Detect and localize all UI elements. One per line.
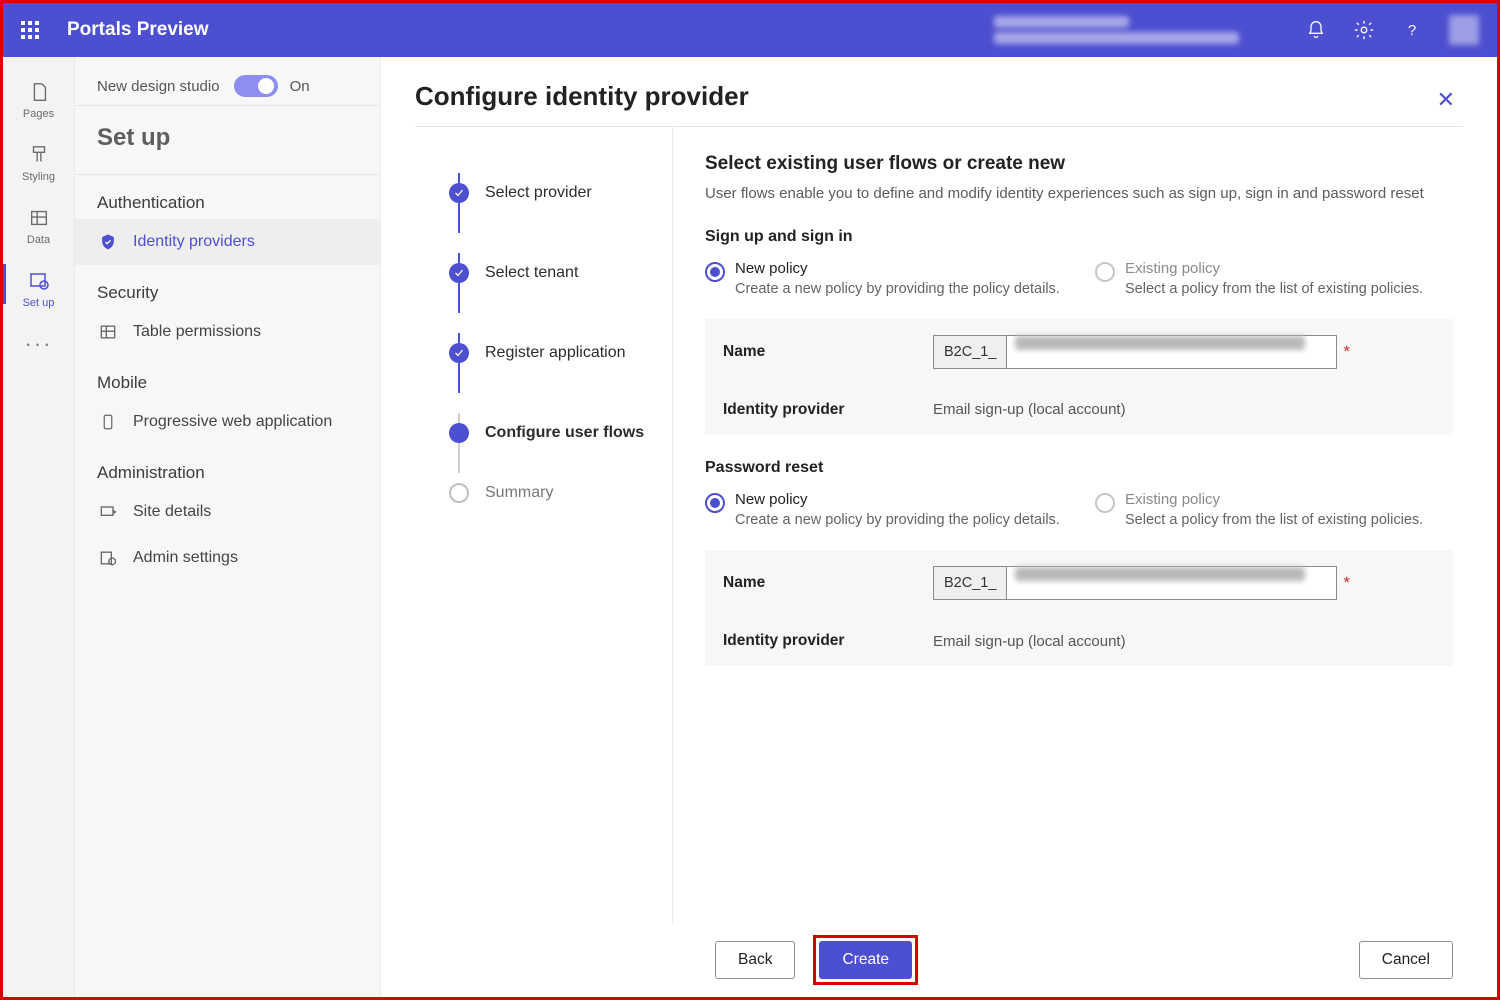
user-avatar[interactable] <box>1449 15 1479 45</box>
field-label-name: Name <box>723 343 933 361</box>
table-icon <box>97 321 119 343</box>
name-prefix: B2C_1_ <box>933 566 1007 600</box>
step-label: Configure user flows <box>485 424 644 442</box>
environment-label <box>994 12 1239 48</box>
radio-label: New policy <box>735 491 1060 508</box>
rail-pages[interactable]: Pages <box>3 71 74 134</box>
radio-label: Existing policy <box>1125 491 1423 508</box>
step-label: Select tenant <box>485 264 578 282</box>
section-administration: Administration <box>75 445 380 489</box>
step-done-icon <box>449 263 469 283</box>
nav-identity-providers[interactable]: Identity providers <box>75 219 380 265</box>
app-launcher-icon[interactable] <box>21 21 39 39</box>
nav-label: Table permissions <box>133 323 261 341</box>
rail-data[interactable]: Data <box>3 197 74 260</box>
radio-desc: Select a policy from the list of existin… <box>1125 510 1423 530</box>
rail-more-icon[interactable]: ··· <box>25 331 53 357</box>
panel-title: Configure identity provider <box>415 81 1463 127</box>
required-indicator: * <box>1343 342 1350 362</box>
nav-table-permissions[interactable]: Table permissions <box>75 309 380 355</box>
rail-label: Pages <box>3 108 74 120</box>
radio-selected-icon <box>705 262 725 282</box>
nav-site-details[interactable]: Site details <box>75 489 380 535</box>
radio-desc: Create a new policy by providing the pol… <box>735 279 1060 299</box>
form-subheading: User flows enable you to define and modi… <box>705 183 1453 206</box>
help-icon[interactable]: ? <box>1401 19 1423 41</box>
svg-text:?: ? <box>1408 22 1416 39</box>
signup-policy-name-input[interactable] <box>1007 335 1337 369</box>
cancel-button[interactable]: Cancel <box>1359 941 1453 979</box>
step-todo-icon <box>449 483 469 503</box>
step-done-icon <box>449 183 469 203</box>
form-heading: Select existing user flows or create new <box>705 153 1453 175</box>
radio-new-policy-signup[interactable]: New policy Create a new policy by provid… <box>705 260 1063 299</box>
step-label: Select provider <box>485 184 592 202</box>
section-security: Security <box>75 265 380 309</box>
nav-label: Identity providers <box>133 233 255 251</box>
rail-label: Set up <box>3 297 74 309</box>
radio-desc: Create a new policy by providing the pol… <box>735 510 1060 530</box>
rail-styling[interactable]: Styling <box>3 134 74 197</box>
radio-selected-icon <box>705 493 725 513</box>
name-prefix: B2C_1_ <box>933 335 1007 369</box>
site-icon <box>97 501 119 523</box>
radio-desc: Select a policy from the list of existin… <box>1125 279 1423 299</box>
radio-label: New policy <box>735 260 1060 277</box>
create-button[interactable]: Create <box>819 941 912 979</box>
idp-value: Email sign-up (local account) <box>933 401 1126 418</box>
nav-label: Admin settings <box>133 549 238 567</box>
step-label: Summary <box>485 484 553 502</box>
settings-gear-icon[interactable] <box>1353 19 1375 41</box>
radio-existing-policy-pwd[interactable]: Existing policy Select a policy from the… <box>1095 491 1453 530</box>
rail-label: Data <box>3 234 74 246</box>
section-signup-signin: Sign up and sign in <box>705 228 1453 246</box>
toggle-label: New design studio <box>97 78 220 95</box>
app-title: Portals Preview <box>67 19 209 41</box>
radio-new-policy-pwd[interactable]: New policy Create a new policy by provid… <box>705 491 1063 530</box>
nav-label: Progressive web application <box>133 413 332 431</box>
step-done-icon <box>449 343 469 363</box>
step-label: Register application <box>485 344 626 362</box>
close-icon[interactable]: ✕ <box>1437 87 1455 113</box>
wizard-stepper: Select provider Select tenant Register a… <box>415 127 673 923</box>
design-studio-toggle[interactable] <box>234 75 278 97</box>
section-authentication: Authentication <box>75 175 380 219</box>
notifications-icon[interactable] <box>1305 19 1327 41</box>
required-indicator: * <box>1343 573 1350 593</box>
field-label-idp: Identity provider <box>723 401 933 419</box>
nav-label: Site details <box>133 503 211 521</box>
pwd-policy-name-input[interactable] <box>1007 566 1337 600</box>
shield-icon <box>97 231 119 253</box>
admin-icon <box>97 547 119 569</box>
rail-label: Styling <box>3 171 74 183</box>
section-mobile: Mobile <box>75 355 380 399</box>
back-button[interactable]: Back <box>715 941 795 979</box>
rail-setup[interactable]: Set up <box>3 260 74 323</box>
leftpanel-title: Set up <box>75 106 380 174</box>
phone-icon <box>97 411 119 433</box>
radio-unselected-icon <box>1095 262 1115 282</box>
section-password-reset: Password reset <box>705 459 1453 477</box>
toggle-state: On <box>290 78 310 95</box>
idp-value: Email sign-up (local account) <box>933 633 1126 650</box>
radio-label: Existing policy <box>1125 260 1423 277</box>
nav-pwa[interactable]: Progressive web application <box>75 399 380 445</box>
nav-admin-settings[interactable]: Admin settings <box>75 535 380 581</box>
step-current-icon <box>449 423 469 443</box>
create-button-highlight: Create <box>813 935 918 985</box>
radio-existing-policy-signup[interactable]: Existing policy Select a policy from the… <box>1095 260 1453 299</box>
field-label-idp: Identity provider <box>723 632 933 650</box>
radio-unselected-icon <box>1095 493 1115 513</box>
field-label-name: Name <box>723 574 933 592</box>
